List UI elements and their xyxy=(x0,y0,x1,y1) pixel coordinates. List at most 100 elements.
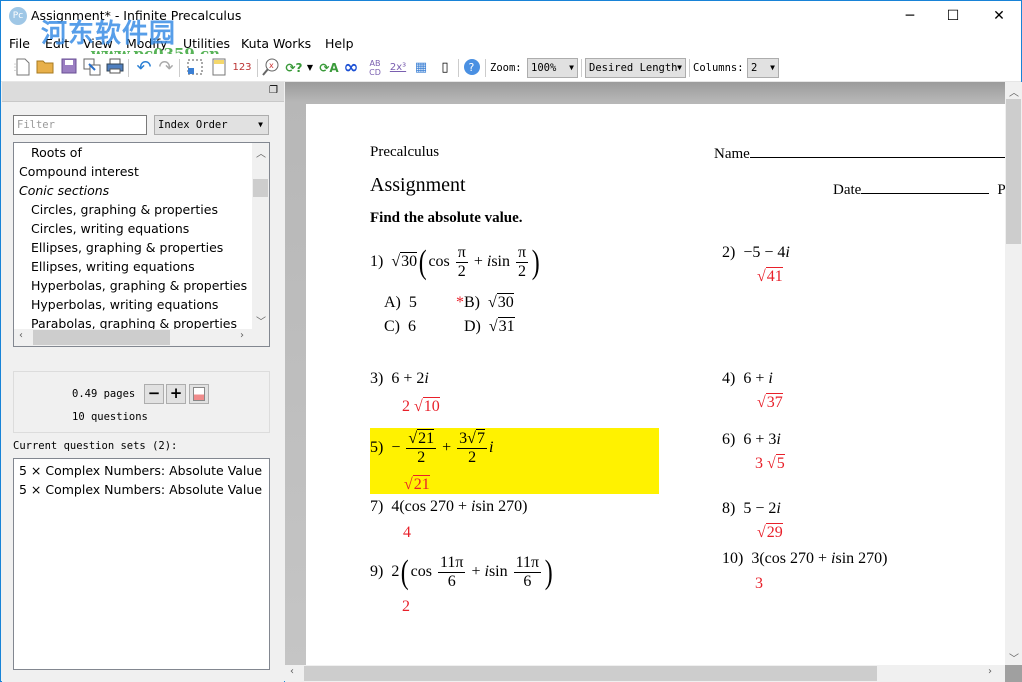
length-value: Desired Length xyxy=(589,62,678,74)
columns-select[interactable]: 2 ▼ xyxy=(747,58,779,78)
worksheet-title: Assignment xyxy=(370,174,466,196)
menu-help[interactable]: Help xyxy=(325,36,354,51)
maximize-button[interactable]: ☐ xyxy=(930,1,976,32)
power-icon[interactable]: 2x³ xyxy=(387,58,409,78)
menu-view[interactable]: View xyxy=(83,36,113,51)
question-sets-list[interactable]: 5 × Complex Numbers: Absolute Value 5 × … xyxy=(13,458,270,670)
scroll-up-icon[interactable]: ︿ xyxy=(256,145,266,160)
filter-input[interactable]: Filter xyxy=(13,115,147,135)
scroll-left-icon[interactable]: ‹ xyxy=(290,666,294,677)
open-folder-icon[interactable] xyxy=(35,58,55,78)
answer-9: 2 xyxy=(402,598,410,615)
topic-item[interactable]: Compound interest xyxy=(19,164,139,179)
question-6: 6) 6 + 3i xyxy=(722,431,781,449)
topic-item[interactable]: Hyperbolas, graphing & properties xyxy=(31,278,247,293)
length-select[interactable]: Desired Length ▼ xyxy=(585,58,686,78)
question-expr: 6 + 2 xyxy=(391,370,425,387)
menu-utilities[interactable]: Utilities xyxy=(183,36,230,51)
topic-list[interactable]: Roots of Compound interest Conic sections C… xyxy=(13,142,270,347)
menu-modify[interactable]: Modify xyxy=(126,36,167,51)
order-select[interactable]: Index Order ▼ xyxy=(154,115,269,135)
question-expr: 6 + 3 xyxy=(743,431,777,448)
question-set-item[interactable]: 5 × Complex Numbers: Absolute Value xyxy=(19,463,262,478)
topic-item[interactable]: Circles, graphing & properties xyxy=(31,202,218,217)
save-icon[interactable] xyxy=(59,58,79,78)
answer-2: √41 xyxy=(757,267,783,285)
minimize-button[interactable]: ─ xyxy=(887,1,933,32)
zoom-select[interactable]: 100% ▼ xyxy=(527,58,578,78)
choice-a-value: 5 xyxy=(408,294,417,311)
page-fill-icon[interactable] xyxy=(189,384,209,404)
help-icon[interactable]: ? xyxy=(462,58,482,78)
presentation-icon[interactable]: ▦ xyxy=(411,58,431,78)
menu-file[interactable]: File xyxy=(9,36,30,51)
viewer-vscroll[interactable]: ︿ ﹀ xyxy=(1005,82,1022,665)
name-field: Name xyxy=(714,144,1006,163)
undo-icon[interactable]: ↶ xyxy=(134,58,154,78)
imaginary-unit: i xyxy=(785,244,790,261)
answer-coef: 3 xyxy=(755,455,763,472)
scroll-thumb[interactable] xyxy=(1006,99,1021,244)
answer-7: 4 xyxy=(403,524,411,541)
topic-list-vscroll[interactable]: ︿ ﹀ xyxy=(252,143,269,329)
answer-8: √29 xyxy=(757,523,783,541)
scroll-up-icon[interactable]: ︿ xyxy=(1009,84,1019,99)
float-panel-icon[interactable]: ❐ xyxy=(269,85,278,96)
question-number: 1) xyxy=(370,253,384,271)
regenerate-icon[interactable]: ⟳? xyxy=(284,58,304,78)
topic-item[interactable]: Roots of xyxy=(31,145,82,160)
select-region-icon[interactable] xyxy=(185,58,205,78)
columns-value: 2 xyxy=(751,62,758,74)
close-button[interactable]: ✕ xyxy=(976,1,1022,32)
answer-value: 5 xyxy=(775,454,785,472)
answer-value: 37 xyxy=(765,393,783,411)
scroll-left-icon[interactable]: ‹ xyxy=(19,330,23,341)
question-count: 10 questions xyxy=(72,411,148,423)
scroll-right-icon[interactable]: › xyxy=(988,666,992,677)
panel-header: ❐ xyxy=(2,82,284,102)
instructions: Find the absolute value. xyxy=(370,210,523,226)
topic-list-hscroll[interactable]: ‹ › xyxy=(14,329,269,346)
topic-item[interactable]: Ellipses, graphing & properties xyxy=(31,240,223,255)
question-number: 9) xyxy=(370,563,384,581)
find-replace-icon[interactable]: x xyxy=(261,58,281,78)
chevron-down-icon: ▼ xyxy=(258,120,263,129)
regenerate-dropdown-icon[interactable]: ▼ xyxy=(304,58,316,78)
name-label: Name xyxy=(714,146,750,162)
question-number: 4) xyxy=(722,370,736,387)
scroll-thumb[interactable] xyxy=(304,666,877,681)
numbering-icon[interactable]: 123 xyxy=(230,58,254,78)
stats-box: 0.49 pages 10 questions − + xyxy=(13,371,270,433)
new-document-icon[interactable] xyxy=(13,58,33,78)
abcd-choices-icon[interactable]: AB CD xyxy=(365,58,385,78)
properties-icon[interactable] xyxy=(209,58,229,78)
question-number: 6) xyxy=(722,431,736,448)
choice-d-value: 31 xyxy=(497,317,515,335)
date-field: Date P xyxy=(833,180,1006,199)
menu-edit[interactable]: Edit xyxy=(45,36,69,51)
topic-item[interactable]: Hyperbolas, writing equations xyxy=(31,297,218,312)
infinity-icon[interactable]: ∞ xyxy=(341,58,361,78)
app-window: Pc Assignment* - Infinite Precalculus ─ … xyxy=(0,0,1022,682)
print-icon[interactable] xyxy=(105,58,125,78)
question-expr: 6 + xyxy=(743,370,769,387)
column-layout-icon[interactable]: ▯ xyxy=(435,58,455,78)
answer-3: 2 √10 xyxy=(402,397,440,415)
decrease-button[interactable]: − xyxy=(144,384,164,404)
scroll-thumb[interactable] xyxy=(253,179,268,197)
scroll-thumb[interactable] xyxy=(33,330,170,345)
export-icon[interactable] xyxy=(82,58,102,78)
redo-icon[interactable]: ↷ xyxy=(156,58,176,78)
increase-button[interactable]: + xyxy=(166,384,186,404)
menu-kuta-works[interactable]: Kuta Works xyxy=(241,36,311,51)
topic-item[interactable]: Conic sections xyxy=(19,183,109,198)
viewer-hscroll[interactable]: ‹ › xyxy=(285,665,1005,682)
topic-item[interactable]: Circles, writing equations xyxy=(31,221,189,236)
topic-item[interactable]: Ellipses, writing equations xyxy=(31,259,195,274)
scroll-down-icon[interactable]: ﹀ xyxy=(256,313,266,328)
regenerate-choices-icon[interactable]: ⟳A xyxy=(319,58,339,78)
scroll-down-icon[interactable]: ﹀ xyxy=(1009,650,1019,665)
scroll-right-icon[interactable]: › xyxy=(240,330,244,341)
question-expr: 4(cos 270 + xyxy=(391,498,472,515)
question-set-item[interactable]: 5 × Complex Numbers: Absolute Value xyxy=(19,482,262,497)
